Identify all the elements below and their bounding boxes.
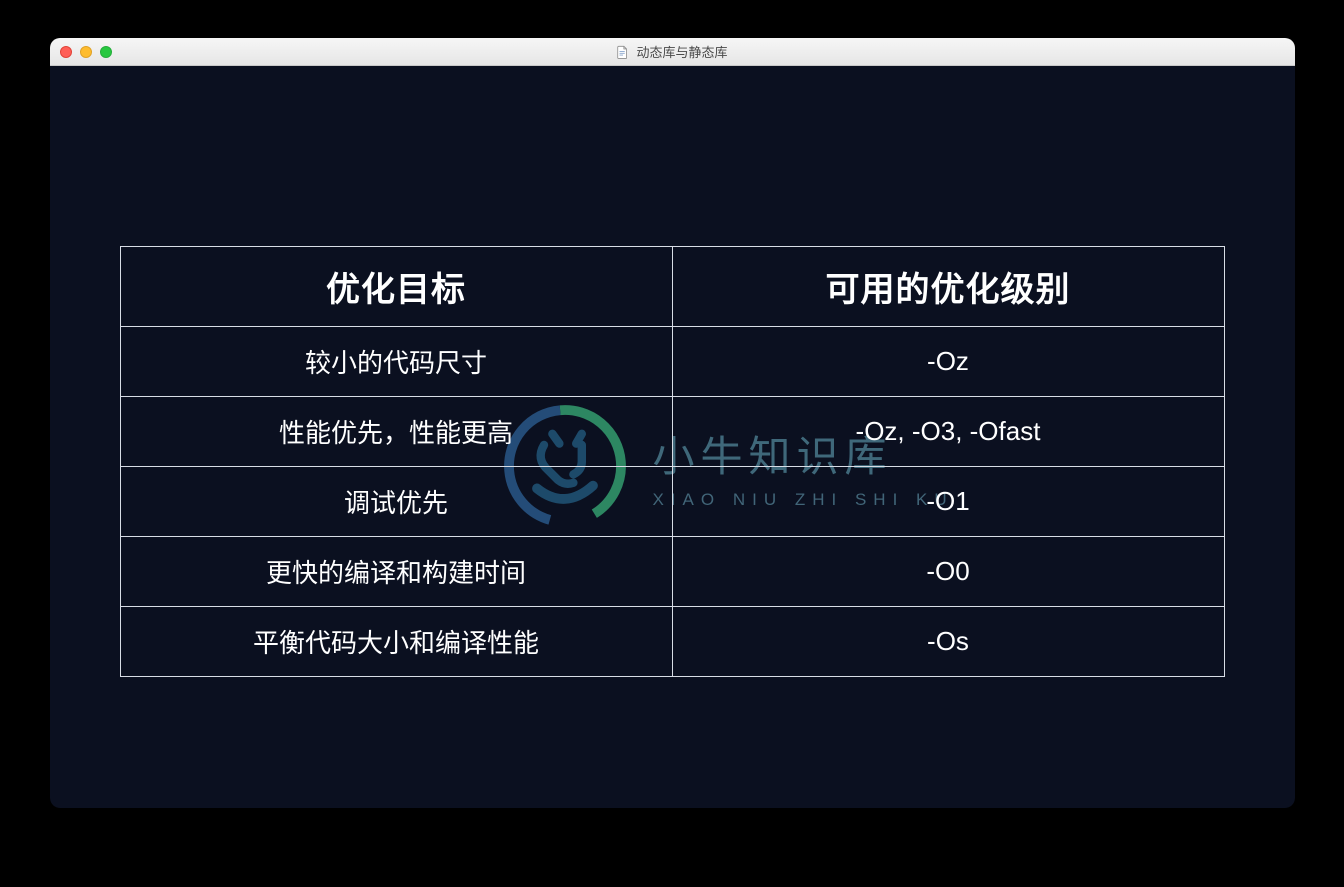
cell-goal: 平衡代码大小和编译性能 [120,607,672,677]
slide-content: 小牛知识库 XIAO NIU ZHI SHI KU 优化目标 可用的优化级别 较… [50,66,1295,808]
cell-goal: 调试优先 [120,467,672,537]
title-wrap: 动态库与静态库 [50,42,1295,61]
cell-goal: 性能优先，性能更高 [120,397,672,467]
table-row: 调试优先 -O1 [120,467,1224,537]
table-row: 较小的代码尺寸 -Oz [120,327,1224,397]
cell-levels: -Os [672,607,1224,677]
table-header-row: 优化目标 可用的优化级别 [120,247,1224,327]
cell-levels: -O1 [672,467,1224,537]
cell-levels: -Oz, -O3, -Ofast [672,397,1224,467]
table-row: 平衡代码大小和编译性能 -Os [120,607,1224,677]
window-frame: 动态库与静态库 小牛知识库 XIAO NIU ZHI SHI KU [50,38,1295,808]
cell-levels: -Oz [672,327,1224,397]
table-row: 性能优先，性能更高 -Oz, -O3, -Ofast [120,397,1224,467]
optimization-table: 优化目标 可用的优化级别 较小的代码尺寸 -Oz 性能优先，性能更高 -Oz, … [120,246,1225,677]
traffic-lights [60,46,112,58]
header-levels: 可用的优化级别 [672,247,1224,327]
header-goal: 优化目标 [120,247,672,327]
document-icon [616,45,630,59]
window-title: 动态库与静态库 [636,42,727,61]
table-row: 更快的编译和构建时间 -O0 [120,537,1224,607]
close-button[interactable] [60,46,72,58]
minimize-button[interactable] [80,46,92,58]
zoom-button[interactable] [100,46,112,58]
cell-levels: -O0 [672,537,1224,607]
titlebar[interactable]: 动态库与静态库 [50,38,1295,66]
cell-goal: 更快的编译和构建时间 [120,537,672,607]
cell-goal: 较小的代码尺寸 [120,327,672,397]
